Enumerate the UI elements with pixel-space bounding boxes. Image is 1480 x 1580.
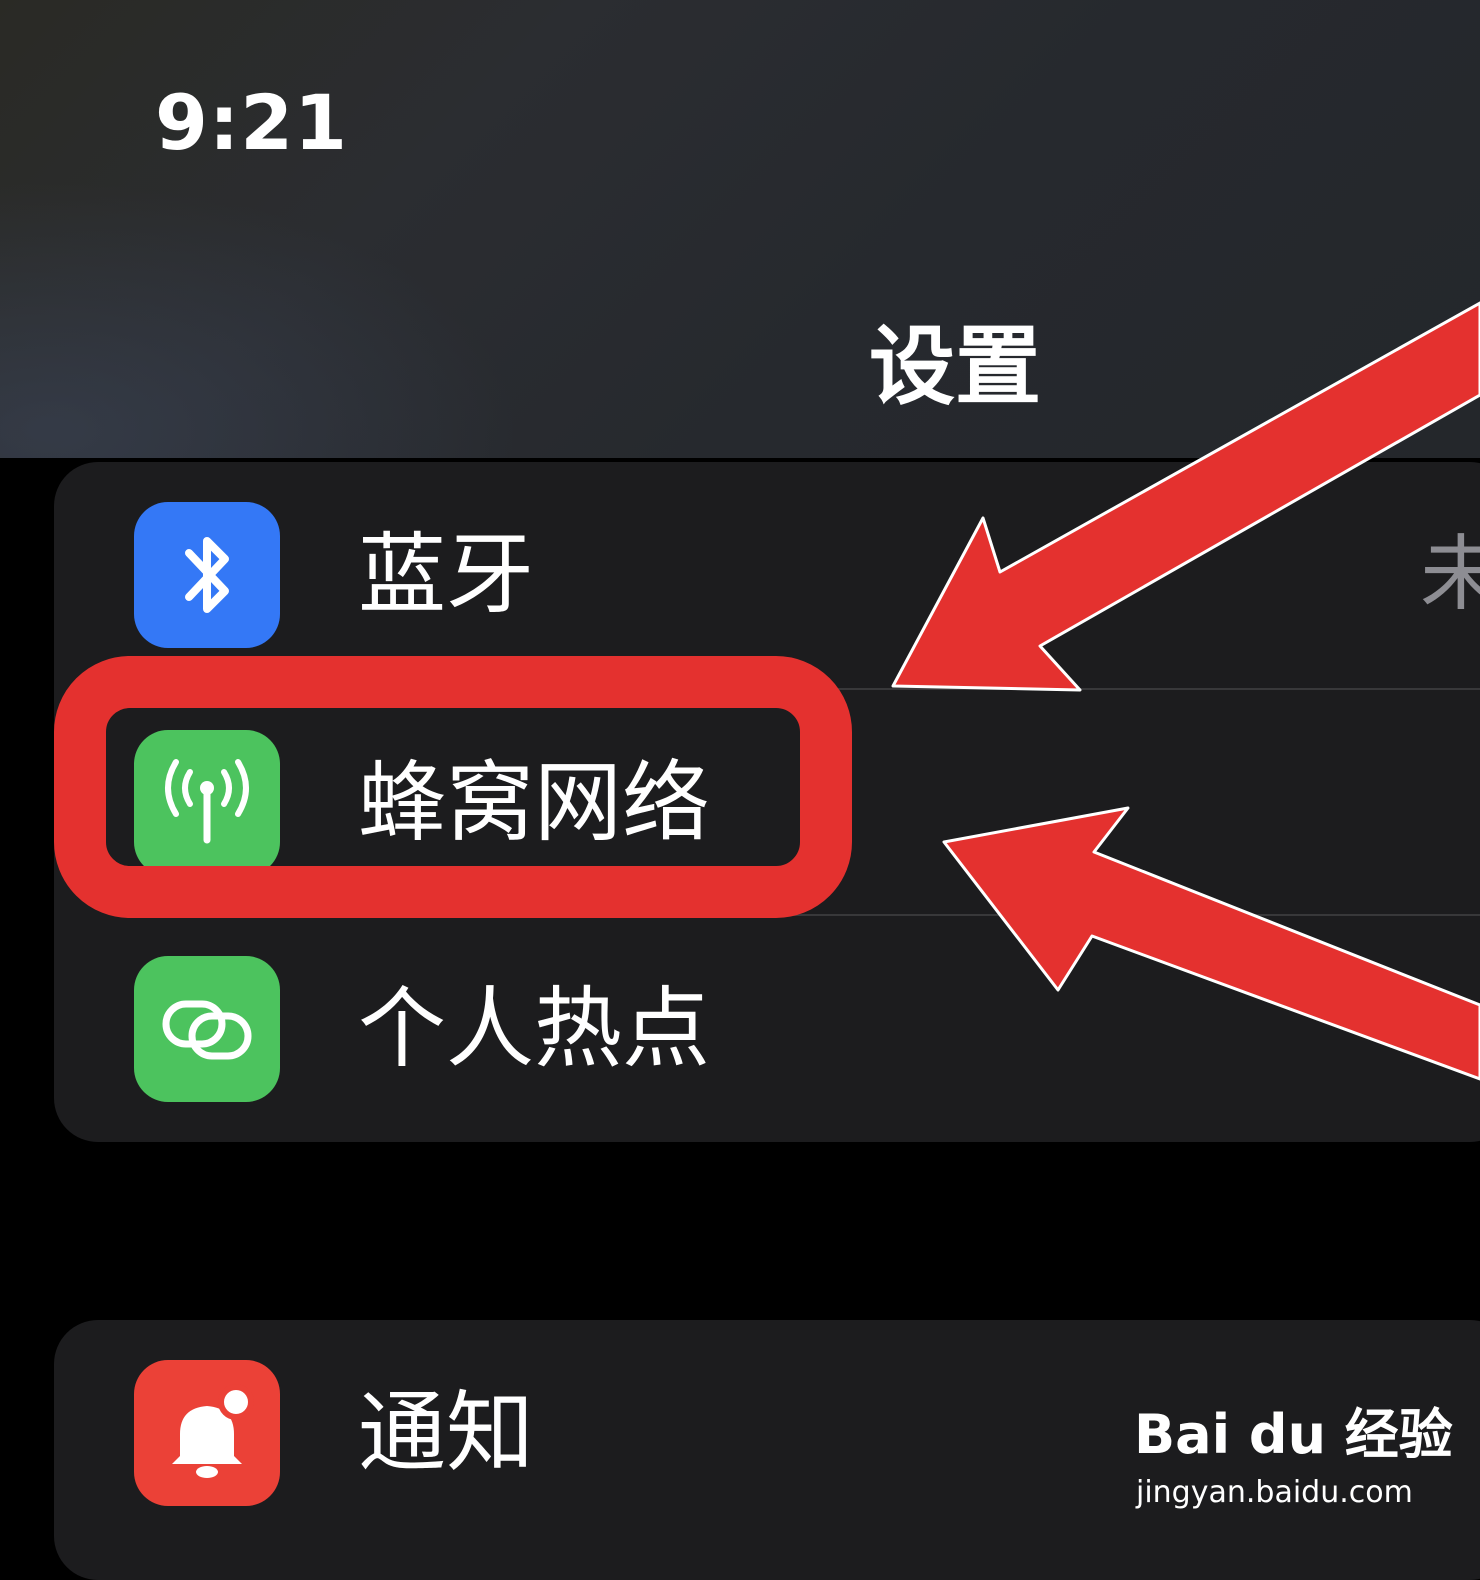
baidu-jingyan-watermark: Bai du 经验 jingyan.baidu.com (1134, 1385, 1453, 1515)
link-icon (134, 956, 280, 1102)
nav-header: 9:21 设置 (0, 0, 1480, 458)
page-title: 设置 (869, 317, 1041, 417)
settings-row-label: 个人热点 (358, 977, 711, 1080)
status-time: 9:21 (155, 78, 349, 167)
settings-row-bluetooth[interactable]: 蓝牙 未 (54, 462, 1480, 688)
settings-row-cellular[interactable]: 蜂窝网络 (54, 690, 1480, 916)
bell-badge-icon (134, 1360, 280, 1506)
antenna-icon (134, 730, 280, 876)
bluetooth-icon (134, 502, 280, 648)
watermark-logo: Bai du 经验 (1134, 1403, 1453, 1466)
watermark-url: jingyan.baidu.com (1136, 1475, 1413, 1510)
settings-row-hotspot[interactable]: 个人热点 (54, 916, 1480, 1142)
settings-row-label: 蜂窝网络 (358, 751, 711, 854)
settings-row-label: 蓝牙 (358, 523, 535, 626)
settings-group-connectivity: 蓝牙 未 蜂窝网络 个人热点 (54, 462, 1480, 1142)
settings-row-value: 未 (1420, 527, 1480, 622)
settings-row-label: 通知 (358, 1381, 535, 1484)
